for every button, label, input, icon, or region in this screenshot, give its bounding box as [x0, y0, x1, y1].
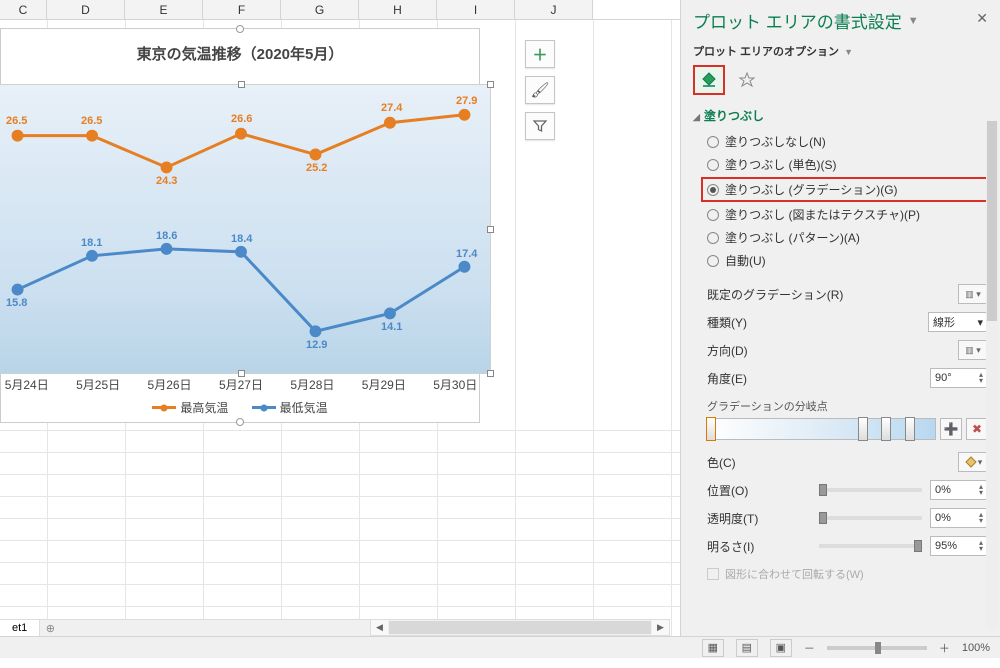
gradient-stops-label: グラデーションの分岐点 — [707, 398, 988, 414]
scroll-thumb[interactable] — [389, 621, 651, 634]
scroll-left-button[interactable]: ◀ — [371, 620, 388, 635]
zoom-out-button[interactable]: － — [804, 640, 815, 656]
gradient-type-combo[interactable]: 線形▾ — [928, 312, 988, 332]
fill-section-header[interactable]: 塗りつぶし — [693, 107, 988, 124]
chart-handle[interactable] — [236, 25, 244, 33]
radio-gradient-fill[interactable]: 塗りつぶし (グラデーション)(G) — [701, 177, 994, 202]
fill-line-icon[interactable] — [693, 65, 725, 95]
remove-stop-button[interactable]: ✖ — [966, 418, 988, 440]
effects-icon[interactable] — [731, 65, 763, 95]
radio-auto-fill[interactable]: 自動(U) — [707, 249, 988, 272]
chart-styles-button[interactable]: 🖌 — [525, 76, 555, 104]
transparency-slider[interactable] — [819, 516, 923, 520]
gradient-stop[interactable] — [858, 417, 868, 441]
gradient-stops-bar[interactable] — [707, 418, 936, 440]
pane-subtitle[interactable]: プロット エリアのオプション ▼ — [693, 43, 988, 59]
zoom-in-button[interactable]: ＋ — [939, 640, 950, 656]
horizontal-scrollbar[interactable]: ◀ ▶ — [370, 619, 670, 636]
gradient-stop[interactable] — [881, 417, 891, 441]
worksheet-area[interactable]: C D E F G H I J 東京の気温推移（2020年5月） — [0, 0, 680, 636]
chart-title[interactable]: 東京の気温推移（2020年5月） — [1, 29, 479, 72]
transparency-input[interactable]: 0%▴▾ — [930, 508, 988, 528]
pane-scrollbar[interactable] — [986, 120, 998, 628]
chart-filters-button[interactable] — [525, 112, 555, 140]
radio-solid-fill[interactable]: 塗りつぶし (単色)(S) — [707, 153, 988, 176]
brightness-slider[interactable] — [819, 544, 923, 548]
chart-side-buttons: ＋ 🖌 — [525, 40, 555, 140]
zoom-level[interactable]: 100% — [962, 642, 990, 654]
column-headers: C D E F G H I J — [0, 0, 680, 20]
chart-legend[interactable]: 最高気温 最低気温 — [1, 398, 479, 416]
plot-area[interactable]: 26.5 26.5 24.3 26.6 25.2 27.4 27.9 15.8 … — [0, 84, 491, 374]
close-icon[interactable]: ✕ — [976, 10, 988, 27]
status-bar: ▦ ▤ ▣ － ＋ 100% — [0, 636, 1000, 658]
scroll-right-button[interactable]: ▶ — [652, 620, 669, 635]
x-axis[interactable]: 5月24日 5月25日 5月26日 5月27日 5月28日 5月29日 5月30… — [0, 376, 491, 393]
page-break-icon[interactable]: ▣ — [770, 639, 792, 657]
gradient-direction-combo[interactable]: ▥ ▾ — [958, 340, 988, 360]
radio-no-fill[interactable]: 塗りつぶしなし(N) — [707, 130, 988, 153]
preset-gradient-combo[interactable]: ▥ ▾ — [958, 284, 988, 304]
zoom-slider[interactable] — [827, 646, 927, 650]
color-picker-button[interactable]: ▾ — [958, 452, 988, 472]
radio-picture-fill[interactable]: 塗りつぶし (図またはテクスチャ)(P) — [707, 203, 988, 226]
gradient-stop[interactable] — [905, 417, 915, 441]
pane-title: プロット エリアの書式設定▼ — [693, 8, 988, 33]
position-slider[interactable] — [819, 488, 923, 492]
add-stop-button[interactable]: ➕ — [940, 418, 962, 440]
brightness-input[interactable]: 95%▴▾ — [930, 536, 988, 556]
rotate-with-shape-checkbox: 図形に合わせて回転する(W) — [707, 560, 988, 588]
add-sheet-button[interactable]: ⊕ — [40, 622, 60, 635]
format-pane: ✕ プロット エリアの書式設定▼ プロット エリアのオプション ▼ 塗りつぶし … — [680, 0, 1000, 636]
chart-lines — [0, 85, 490, 373]
chart-object[interactable]: 東京の気温推移（2020年5月） 26.5 26.5 24.3 — [0, 28, 480, 423]
position-input[interactable]: 0%▴▾ — [930, 480, 988, 500]
radio-pattern-fill[interactable]: 塗りつぶし (パターン)(A) — [707, 226, 988, 249]
sheet-tab[interactable]: et1 — [0, 620, 40, 636]
chart-handle[interactable] — [236, 418, 244, 426]
gradient-stop[interactable] — [706, 417, 716, 441]
chart-elements-button[interactable]: ＋ — [525, 40, 555, 68]
page-layout-icon[interactable]: ▤ — [736, 639, 758, 657]
normal-view-icon[interactable]: ▦ — [702, 639, 724, 657]
angle-input[interactable]: 90°▴▾ — [930, 368, 988, 388]
sheet-tabs: et1 ⊕ — [0, 619, 380, 636]
